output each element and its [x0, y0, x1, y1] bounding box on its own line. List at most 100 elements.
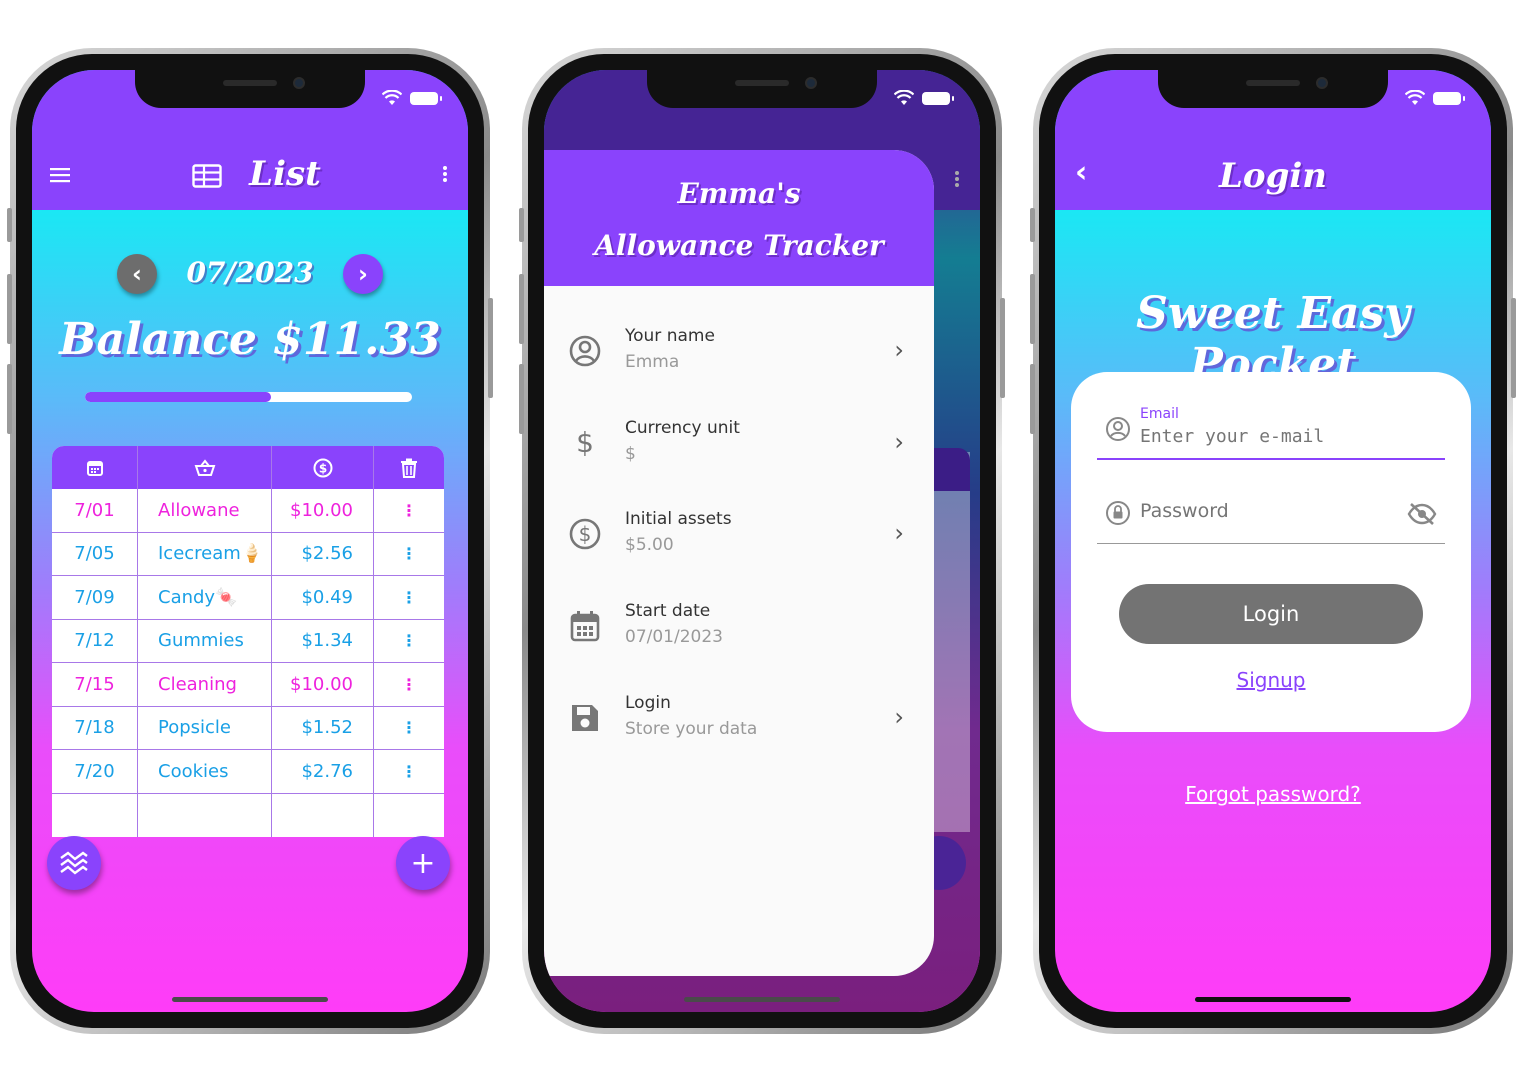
navigation-drawer: Emma's Allowance Tracker Your name Emma … [544, 150, 934, 976]
stage: List ‹ 07/2023 › Balance $11.33 $ 7/01 A… [0, 0, 1523, 1080]
calendar-icon [52, 446, 138, 489]
chevron-right-icon: › [894, 428, 904, 456]
drawer-item-currency[interactable]: $ Currency unit $ › [544, 418, 934, 478]
row-menu-button[interactable]: ⋮ [374, 489, 444, 532]
login-card: Email Login Signup [1071, 372, 1471, 732]
login-screen: ‹ Login Sweet Easy Pocket Email Enter yo… [1055, 70, 1491, 1012]
drawer-item-title: Your name [625, 326, 715, 346]
status-bar [894, 90, 954, 106]
row-date: 7/01 [52, 489, 138, 532]
drawer-header: Emma's Allowance Tracker [544, 150, 934, 286]
trend-icon [60, 851, 88, 875]
calendar-icon [570, 611, 600, 642]
forgot-password-link[interactable]: Forgot password? [1055, 782, 1491, 806]
list-screen: List ‹ 07/2023 › Balance $11.33 $ 7/01 A… [32, 70, 468, 1012]
row-item: Icecream🍦 [138, 532, 272, 575]
row-amount: $2.76 [272, 750, 374, 793]
drawer-screen: Emma's Allowance Tracker Your name Emma … [544, 70, 980, 1012]
row-menu-button[interactable]: ⋮ [374, 533, 444, 576]
row-item: Gummies [138, 619, 272, 662]
row-date: 7/15 [52, 663, 138, 706]
row-item: Candy🍬 [138, 576, 272, 619]
row-amount: $1.52 [272, 706, 374, 749]
password-field[interactable] [1097, 490, 1445, 544]
row-amount: $1.34 [272, 619, 374, 662]
status-bar [382, 90, 442, 106]
trash-icon [374, 446, 444, 489]
budget-progress-fill [85, 392, 272, 402]
table-row[interactable]: 7/01 Allowane $10.00 ⋮ [52, 489, 444, 533]
budget-progress-bar [85, 392, 412, 402]
drawer-item-title: Currency unit [625, 418, 740, 438]
dollar-icon: $ [576, 426, 594, 459]
chevron-right-icon: › [894, 519, 904, 547]
email-field[interactable]: Email [1097, 406, 1445, 460]
drawer-item-start-date[interactable]: Start date 07/01/2023 [544, 601, 934, 661]
visibility-off-icon[interactable] [1407, 502, 1437, 526]
svg-text:$: $ [318, 461, 326, 475]
menu-icon[interactable] [50, 162, 70, 188]
table-row[interactable]: 7/20 Cookies $2.76 ⋮ [52, 750, 444, 794]
dimmed-table [934, 452, 970, 832]
row-menu-button[interactable]: ⋮ [374, 663, 444, 706]
drawer-item-name[interactable]: Your name Emma › [544, 326, 934, 386]
login-button[interactable]: Login [1119, 584, 1423, 644]
battery-icon [410, 91, 442, 105]
row-amount: $2.56 [272, 532, 374, 575]
transactions-table: $ 7/01 Allowane $10.00 ⋮ 7/05 Icecream🍦 $2.56 ⋮… [52, 446, 444, 837]
drawer-item-title: Initial assets [625, 509, 732, 529]
drawer-item-sub: 07/01/2023 [625, 627, 723, 647]
table-row[interactable]: 7/18 Popsicle $1.52 ⋮ [52, 706, 444, 750]
drawer-item-title: Start date [625, 601, 711, 621]
dollar-circle-icon: $ [569, 518, 601, 550]
row-date: 7/18 [52, 706, 138, 749]
email-label: Email [1140, 406, 1179, 422]
row-item: Cookies [138, 750, 272, 793]
table-row[interactable]: 7/15 Cleaning $10.00 ⋮ [52, 663, 444, 707]
chevron-right-icon: › [894, 336, 904, 364]
more-vert-icon [954, 170, 960, 192]
table-row[interactable]: 7/12 Gummies $1.34 ⋮ [52, 619, 444, 663]
chart-fab-button[interactable] [47, 836, 101, 890]
month-selector: ‹ 07/2023 › [32, 254, 468, 294]
page-title: Login [1219, 156, 1327, 196]
row-menu-button[interactable]: ⋮ [374, 620, 444, 663]
table-row[interactable]: 7/05 Icecream🍦 $2.56 ⋮ [52, 532, 444, 576]
row-item: Allowane [138, 489, 272, 532]
row-menu-button[interactable]: ⋮ [374, 707, 444, 750]
drawer-title-line1: Emma's [677, 177, 801, 210]
month-label: 07/2023 [186, 256, 314, 289]
add-transaction-button[interactable]: + [396, 836, 450, 890]
row-menu-button[interactable]: ⋮ [374, 576, 444, 619]
wifi-icon [382, 90, 402, 105]
page-title: List [249, 154, 321, 194]
row-menu-button[interactable]: ⋮ [374, 750, 444, 793]
phone-list: List ‹ 07/2023 › Balance $11.33 $ 7/01 A… [7, 48, 493, 1034]
row-date: 7/05 [52, 532, 138, 575]
drawer-item-login[interactable]: Login Store your data › [544, 693, 934, 753]
table-row[interactable]: 7/09 Candy🍬 $0.49 ⋮ [52, 576, 444, 620]
phone-login: ‹ Login Sweet Easy Pocket Email Enter yo… [1030, 48, 1516, 1034]
lock-circle-icon [1106, 501, 1130, 525]
status-bar [1405, 90, 1465, 106]
balance-label: Balance $11.33 [59, 314, 441, 365]
table-header: $ [52, 446, 444, 489]
table-row-empty [52, 793, 444, 837]
account-circle-icon [1106, 417, 1130, 441]
drawer-item-assets[interactable]: $ Initial assets $5.00 › [544, 509, 934, 569]
row-item: Cleaning [138, 663, 272, 706]
password-input[interactable] [1140, 500, 1420, 522]
email-input[interactable] [1140, 426, 1420, 447]
wifi-icon [1405, 90, 1425, 105]
save-icon [572, 705, 598, 731]
row-amount: $10.00 [272, 663, 374, 706]
drawer-item-sub: $5.00 [625, 535, 674, 555]
phone-drawer: Emma's Allowance Tracker Your name Emma … [519, 48, 1005, 1034]
dollar-circle-icon: $ [272, 446, 374, 489]
dimmed-table-header [934, 448, 970, 491]
next-month-button[interactable]: › [343, 254, 383, 294]
more-vert-icon[interactable] [442, 162, 448, 188]
basket-icon [138, 446, 272, 489]
signup-link[interactable]: Signup [1071, 668, 1471, 692]
row-date: 7/20 [52, 750, 138, 793]
